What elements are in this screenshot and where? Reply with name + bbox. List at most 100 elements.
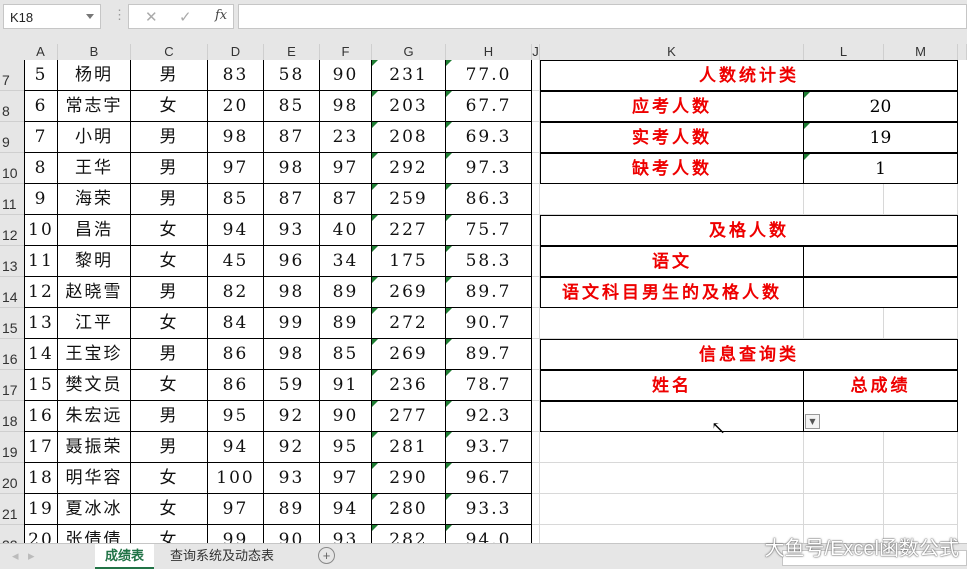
grid-cell[interactable] [804, 494, 884, 525]
table-cell[interactable]: 10 [24, 215, 58, 246]
column-header-extra[interactable] [958, 44, 967, 60]
table-cell[interactable]: 97 [208, 494, 264, 525]
row-header[interactable]: 18 [0, 401, 24, 432]
row-header[interactable]: 15 [0, 308, 24, 339]
scroll-left-icon[interactable]: ◂ [12, 548, 19, 564]
grid-cell[interactable] [884, 184, 958, 215]
table-cell[interactable]: 89 [320, 308, 372, 339]
table-cell[interactable]: 75.7 [446, 215, 532, 246]
table-cell[interactable]: 277 [372, 401, 446, 432]
table-cell[interactable]: 90 [320, 60, 372, 91]
grid-cell[interactable] [540, 463, 804, 494]
table-cell[interactable]: 83 [208, 60, 264, 91]
table-cell[interactable]: 97 [320, 463, 372, 494]
stats-label[interactable]: 应考人数 [540, 91, 804, 122]
table-cell[interactable]: 236 [372, 370, 446, 401]
column-header-K[interactable]: K [540, 44, 804, 60]
table-cell[interactable]: 89.7 [446, 277, 532, 308]
row-header[interactable]: 13 [0, 246, 24, 277]
row-header[interactable]: 14 [0, 277, 24, 308]
row-header[interactable]: 10 [0, 153, 24, 184]
table-cell[interactable]: 97.3 [446, 153, 532, 184]
row-header[interactable]: 16 [0, 339, 24, 370]
grid-cell[interactable] [532, 494, 540, 525]
query-name-input[interactable] [540, 401, 804, 432]
grid-cell[interactable] [532, 246, 540, 277]
tab-query-system[interactable]: 查询系统及动态表 [160, 544, 284, 569]
name-box[interactable]: K18 [3, 4, 101, 29]
table-cell[interactable]: 67.7 [446, 91, 532, 122]
pass-label[interactable]: 语文科目男生的及格人数 [540, 277, 804, 308]
pass-label[interactable]: 语文 [540, 246, 804, 277]
table-cell[interactable]: 280 [372, 494, 446, 525]
query-total-header[interactable]: 总成绩 [803, 370, 958, 401]
grid-cell[interactable] [804, 184, 884, 215]
table-cell[interactable]: 女 [131, 91, 208, 122]
table-cell[interactable]: 34 [320, 246, 372, 277]
grid-cell[interactable] [532, 184, 540, 215]
table-cell[interactable]: 97 [208, 153, 264, 184]
grid-cell[interactable] [804, 432, 884, 463]
cancel-icon[interactable]: ✕ [145, 8, 158, 26]
table-cell[interactable]: 98 [264, 153, 320, 184]
row-header[interactable]: 20 [0, 463, 24, 494]
table-cell[interactable]: 227 [372, 215, 446, 246]
add-sheet-icon[interactable]: + [318, 547, 335, 564]
select-all-corner[interactable] [0, 44, 24, 60]
table-cell[interactable]: 175 [372, 246, 446, 277]
table-cell[interactable]: 292 [372, 153, 446, 184]
table-cell[interactable]: 昌浩 [58, 215, 131, 246]
table-cell[interactable]: 87 [264, 184, 320, 215]
grid-cell[interactable] [532, 277, 540, 308]
table-cell[interactable]: 99 [264, 308, 320, 339]
grid-cell[interactable] [532, 308, 540, 339]
table-cell[interactable]: 13 [24, 308, 58, 339]
grid-cell[interactable] [804, 308, 884, 339]
grid-cell[interactable] [532, 401, 540, 432]
table-cell[interactable]: 58.3 [446, 246, 532, 277]
table-cell[interactable]: 290 [372, 463, 446, 494]
table-cell[interactable]: 90.7 [446, 308, 532, 339]
table-cell[interactable]: 91 [320, 370, 372, 401]
table-cell[interactable]: 58 [264, 60, 320, 91]
table-cell[interactable]: 女 [131, 370, 208, 401]
table-cell[interactable]: 男 [131, 432, 208, 463]
query-total-value[interactable] [803, 401, 958, 432]
table-cell[interactable]: 女 [131, 463, 208, 494]
grid-cell[interactable] [540, 184, 804, 215]
stats-label[interactable]: 实考人数 [540, 122, 804, 153]
grid-cell[interactable] [884, 432, 958, 463]
table-cell[interactable]: 男 [131, 339, 208, 370]
table-cell[interactable]: 海荣 [58, 184, 131, 215]
grid-cell[interactable] [884, 463, 958, 494]
stats-value[interactable]: 1 [803, 153, 958, 184]
table-cell[interactable]: 女 [131, 308, 208, 339]
table-cell[interactable]: 259 [372, 184, 446, 215]
table-cell[interactable]: 女 [131, 215, 208, 246]
stats-label[interactable]: 缺考人数 [540, 153, 804, 184]
table-cell[interactable]: 男 [131, 60, 208, 91]
table-cell[interactable]: 小明 [58, 122, 131, 153]
table-cell[interactable]: 杨明 [58, 60, 131, 91]
grid-cell[interactable] [532, 153, 540, 184]
query-name-header[interactable]: 姓名 [540, 370, 804, 401]
row-header[interactable]: 7 [0, 60, 24, 91]
stats-title[interactable]: 人数统计类 [540, 60, 958, 91]
grid-cell[interactable] [540, 494, 804, 525]
grid-cell[interactable] [804, 463, 884, 494]
table-cell[interactable]: 85 [264, 91, 320, 122]
table-cell[interactable]: 208 [372, 122, 446, 153]
query-title[interactable]: 信息查询类 [540, 339, 958, 370]
table-cell[interactable]: 40 [320, 215, 372, 246]
table-cell[interactable]: 97 [320, 153, 372, 184]
table-cell[interactable]: 94 [320, 494, 372, 525]
table-cell[interactable]: 86.3 [446, 184, 532, 215]
column-header-J[interactable]: J [532, 44, 540, 60]
column-header-D[interactable]: D [208, 44, 264, 60]
table-cell[interactable]: 78.7 [446, 370, 532, 401]
table-cell[interactable]: 聂振荣 [58, 432, 131, 463]
table-cell[interactable]: 90 [320, 401, 372, 432]
table-cell[interactable]: 98 [320, 91, 372, 122]
row-header[interactable]: 12 [0, 215, 24, 246]
table-cell[interactable]: 82 [208, 277, 264, 308]
